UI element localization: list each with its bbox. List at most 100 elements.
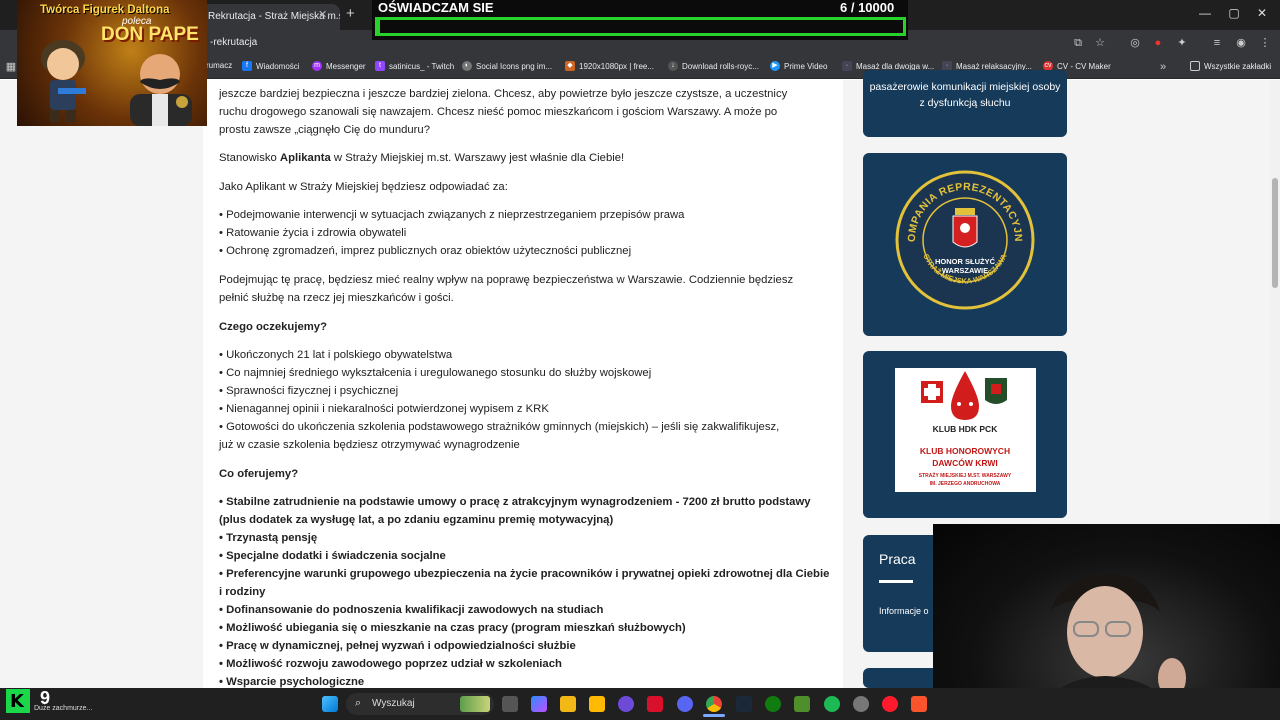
install-app-icon[interactable]: ⧉: [1071, 36, 1085, 50]
tab-close-icon[interactable]: ✕: [318, 8, 327, 21]
bookmark-label: Download rolls-royc...: [682, 61, 759, 71]
kick-letter-icon: K: [10, 691, 24, 712]
app-icon[interactable]: [618, 696, 634, 712]
praca-info-link[interactable]: Informacje o: [879, 606, 929, 616]
task-view-icon[interactable]: [502, 696, 518, 712]
browser-menu-icon[interactable]: ⋮: [1258, 36, 1272, 50]
scrollbar-thumb[interactable]: [1272, 178, 1278, 288]
hdk-subtitle-line: IM. JERZEGO ANDRUCHOWA: [930, 481, 1001, 487]
new-tab-icon[interactable]: +: [346, 5, 355, 22]
praca-underline: [879, 580, 913, 583]
responsibilities-intro: Jako Aplikant w Straży Miejskiej będzies…: [219, 181, 508, 193]
extensions-puzzle-icon[interactable]: ✦: [1175, 36, 1189, 50]
steam-icon[interactable]: [736, 696, 752, 712]
bookmark-label: Prime Video: [784, 61, 828, 71]
bookmark-item[interactable]: ◐ Social Icons png im...: [462, 61, 552, 71]
duty-item: • Ratowanie życia i zdrowia obywateli: [219, 227, 407, 239]
close-window-icon[interactable]: ✕: [1252, 6, 1272, 20]
media-control-icon[interactable]: ≡: [1210, 36, 1224, 50]
windows-start-icon[interactable]: [322, 696, 338, 712]
accessibility-card-text: pasażerowie komunikacji miejskiej osoby …: [869, 81, 1061, 109]
offer-item: • Możliwość rozwoju zawodowego poprzez u…: [219, 658, 562, 670]
expectation-item: • Co najmniej średniego wykształcenia i …: [219, 367, 652, 379]
hdk-club-label: KLUB HDK PCK: [933, 424, 999, 434]
minimize-icon[interactable]: —: [1195, 6, 1215, 20]
bookmark-label: Social Icons png im...: [476, 61, 553, 71]
offer-item: • Pracę w dynamicznej, pełnej wyzwań i o…: [219, 640, 576, 652]
offer-item: • Możliwość ubiegania się o mieszkanie n…: [219, 622, 686, 634]
weather-widget[interactable]: [4, 688, 204, 720]
store-icon[interactable]: [589, 696, 605, 712]
offer-item: • Stabilne zatrudnienie na podstawie umo…: [219, 496, 811, 508]
bookmark-item[interactable]: m Messenger: [312, 61, 366, 71]
offers-heading: Co oferujemy?: [219, 468, 299, 480]
bookmark-label: rumacz: [206, 61, 233, 70]
all-bookmarks[interactable]: Wszystkie zakładki: [1190, 61, 1271, 71]
search-icon: ⌕: [355, 697, 362, 709]
bookmark-item[interactable]: ▶ Prime Video: [770, 61, 827, 71]
bookmark-star-icon[interactable]: ☆: [1093, 36, 1107, 50]
overlay-brand: DON PAPE: [101, 24, 199, 45]
more-bookmarks-icon[interactable]: »: [1156, 60, 1170, 74]
bookmark-label: satinicus_ - Twitch: [389, 61, 455, 71]
minecraft-icon[interactable]: [794, 696, 810, 712]
search-highlight-icon: [460, 696, 490, 712]
twitch-icon: t: [375, 61, 385, 71]
position-text: Stanowisko: [219, 152, 280, 164]
blood-donors-logo: KLUB HDK PCK KLUB HONOROWYCH DAWCÓW KRWI…: [895, 368, 1036, 492]
counter-title: OŚWIADCZAM SIE: [378, 0, 494, 15]
opera-icon[interactable]: [882, 696, 898, 712]
copilot-icon[interactable]: [531, 696, 547, 712]
facebook-icon: f: [242, 61, 252, 71]
bookmark-item[interactable]: ↓ Download rolls-royc...: [668, 61, 759, 71]
bookmark-item[interactable]: t satinicus_ - Twitch: [375, 61, 454, 71]
offer-item: • Specjalne dodatki i świadczenia socjal…: [219, 550, 446, 562]
all-bookmarks-label: Wszystkie zakładki: [1204, 61, 1272, 71]
download-icon: ↓: [668, 61, 678, 71]
bookmark-label: Wiadomości: [256, 61, 300, 71]
taskbar-search-label: Wyszukaj: [372, 698, 415, 709]
honor-guard-badge: KOMPANIA REPREZENTACYJNA STRAŻ MIEJSKA W…: [893, 168, 1035, 310]
cartoon-figurine-image: [41, 40, 86, 122]
messenger-icon: m: [312, 61, 322, 71]
extension-red-icon[interactable]: ●: [1151, 36, 1165, 50]
hdk-title-line: DAWCÓW KRWI: [932, 457, 997, 468]
overlay-headline: Twórca Figurek Daltona: [40, 4, 170, 16]
hdk-subtitle-line: STRAŻY MIEJSKIEJ M.ST. WARSZAWY: [919, 472, 1012, 479]
settings-gear-icon[interactable]: [853, 696, 869, 712]
expectation-item: już w czasie szkolenia będziesz otrzymyw…: [219, 439, 520, 451]
brave-icon[interactable]: [911, 696, 927, 712]
extension-icon[interactable]: ◎: [1128, 36, 1142, 50]
badge-motto-line: WARSZAWIE: [942, 266, 988, 275]
counter-progress-fill: [378, 20, 380, 33]
hdk-title-line: KLUB HONOROWYCH: [920, 446, 1010, 456]
chrome-icon[interactable]: [706, 696, 722, 712]
offer-item: (plus dodatek za wysługę lat, a po zdani…: [219, 514, 614, 526]
expectation-item: • Nienagannej opinii i niekaralności pot…: [219, 403, 549, 415]
address-bar[interactable]: -rekrutacja: [210, 37, 257, 48]
app-l-icon[interactable]: [647, 696, 663, 712]
counter-progress-bar: [375, 17, 906, 36]
expectation-item: • Ukończonych 21 lat i polskiego obywate…: [219, 349, 453, 361]
offer-item: • Trzynastą pensję: [219, 532, 318, 544]
maximize-icon[interactable]: ▢: [1224, 6, 1244, 20]
impact-paragraph-line: pełnić służbę na rzecz jej mieszkańców i…: [219, 292, 454, 304]
bookmark-item[interactable]: ◆ 1920x1080px | free...: [565, 61, 654, 71]
apps-grid-icon[interactable]: ▦: [4, 60, 18, 74]
impact-paragraph-line: Podejmując tę pracę, będziesz mieć realn…: [219, 274, 794, 286]
expectation-item: • Sprawności fizycznej i psychicznej: [219, 385, 399, 397]
don-pape-character-image: [130, 54, 192, 126]
file-explorer-icon[interactable]: [560, 696, 576, 712]
article-paragraph-line: ruchu drogowego szanowali się nawzajem. …: [219, 106, 778, 118]
offer-item: • Dofinansowanie do podnoszenia kwalifik…: [219, 604, 604, 616]
discord-icon[interactable]: [677, 696, 693, 712]
profile-avatar-icon[interactable]: ◉: [1234, 36, 1248, 50]
xbox-icon[interactable]: [765, 696, 781, 712]
duty-item: • Ochronę zgromadzeń, imprez publicznych…: [219, 245, 632, 257]
spotify-icon[interactable]: [824, 696, 840, 712]
bookmark-item[interactable]: rumacz: [206, 61, 232, 70]
bookmark-item[interactable]: f Wiadomości: [242, 61, 300, 71]
offer-item: • Preferencyjne warunki grupowego ubezpi…: [219, 568, 830, 580]
web-icon: ◐: [462, 61, 472, 71]
duty-item: • Podejmowanie interwencji w sytuacjach …: [219, 209, 685, 221]
